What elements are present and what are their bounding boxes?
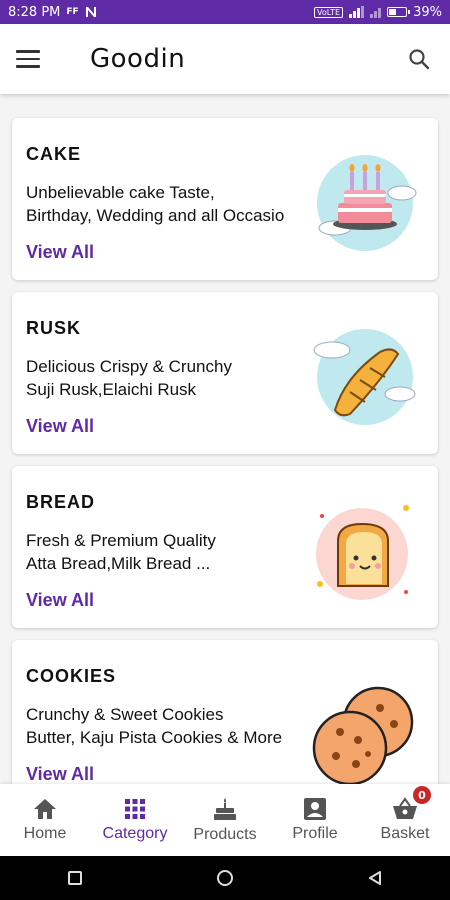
signal-icon: [349, 6, 365, 18]
hamburger-icon[interactable]: [16, 45, 44, 73]
description-line: Crunchy & Sweet Cookies: [26, 705, 224, 724]
category-description: Unbelievable cake Taste, Birthday, Weddi…: [26, 181, 326, 227]
back-button[interactable]: [355, 858, 395, 898]
clock: 8:28 PM: [8, 4, 61, 20]
nav-category[interactable]: Category: [90, 784, 180, 856]
description-line: Atta Bread,Milk Bread ...: [26, 554, 211, 573]
app-title: Goodin: [90, 44, 186, 74]
basket-badge: 0: [413, 786, 431, 804]
nav-home[interactable]: Home: [0, 784, 90, 856]
search-icon[interactable]: [404, 44, 434, 74]
description-line: Birthday, Wedding and all Occasio: [26, 206, 285, 225]
category-description: Fresh & Premium Quality Atta Bread,Milk …: [26, 529, 326, 575]
view-all-link[interactable]: View All: [26, 590, 94, 611]
home-system-button[interactable]: [205, 858, 245, 898]
toast-illustration: [316, 505, 409, 600]
description-line: Suji Rusk,Elaichi Rusk: [26, 380, 197, 399]
profile-icon: [304, 798, 326, 820]
category-card-cake[interactable]: CAKE Unbelievable cake Taste, Birthday, …: [12, 118, 438, 280]
cake-icon: [214, 798, 236, 820]
bottom-navigation: Home Category Products Profile 0 Basket: [0, 784, 450, 856]
notification-indicators: FF: [66, 7, 79, 17]
grid-icon: [125, 799, 145, 819]
recents-button[interactable]: [55, 858, 95, 898]
status-bar: 8:28 PM FF VoLTE 39%: [0, 0, 450, 24]
category-title: BREAD: [26, 492, 96, 512]
view-all-link[interactable]: View All: [26, 242, 94, 263]
description-line: Butter, Kaju Pista Cookies & More: [26, 728, 283, 747]
circle-icon: [217, 870, 233, 886]
volte-indicator: VoLTE: [314, 6, 344, 18]
battery-percent: 39%: [413, 4, 442, 20]
category-description: Delicious Crispy & Crunchy Suji Rusk,Ela…: [26, 355, 326, 401]
nav-label: Home: [23, 825, 67, 842]
home-icon: [34, 799, 56, 819]
category-title: RUSK: [26, 318, 82, 338]
description-line: Delicious Crispy & Crunchy: [26, 357, 232, 376]
app-bar: Goodin: [0, 24, 450, 94]
back-triangle-icon: [369, 871, 381, 885]
cake-illustration: [317, 155, 417, 251]
category-title: CAKE: [26, 144, 82, 164]
battery-icon: [387, 7, 411, 17]
nav-profile[interactable]: Profile: [270, 784, 360, 856]
nav-label: Basket: [380, 825, 430, 842]
square-icon: [68, 871, 82, 885]
category-card-cookies[interactable]: COOKIES Crunchy & Sweet Cookies Butter, …: [12, 640, 438, 784]
system-navigation-bar: [0, 856, 450, 900]
croissant-illustration: [313, 329, 416, 425]
n-notification-icon: [85, 7, 96, 17]
signal-icon-2: [370, 6, 382, 18]
description-line: Fresh & Premium Quality: [26, 531, 216, 550]
view-all-link[interactable]: View All: [26, 416, 94, 437]
category-title: COOKIES: [26, 666, 117, 686]
nav-label: Category: [102, 825, 168, 842]
category-list[interactable]: CAKE Unbelievable cake Taste, Birthday, …: [0, 94, 450, 784]
cookies-illustration: [312, 686, 414, 784]
nav-label: Profile: [292, 825, 338, 842]
category-card-rusk[interactable]: RUSK Delicious Crispy & Crunchy Suji Rus…: [12, 292, 438, 454]
description-line: Unbelievable cake Taste,: [26, 183, 215, 202]
nav-label: Products: [193, 826, 257, 843]
category-description: Crunchy & Sweet Cookies Butter, Kaju Pis…: [26, 703, 326, 749]
category-card-bread[interactable]: BREAD Fresh & Premium Quality Atta Bread…: [12, 466, 438, 628]
view-all-link[interactable]: View All: [26, 764, 94, 784]
nav-products[interactable]: Products: [180, 784, 270, 856]
nav-basket[interactable]: 0 Basket: [360, 784, 450, 856]
